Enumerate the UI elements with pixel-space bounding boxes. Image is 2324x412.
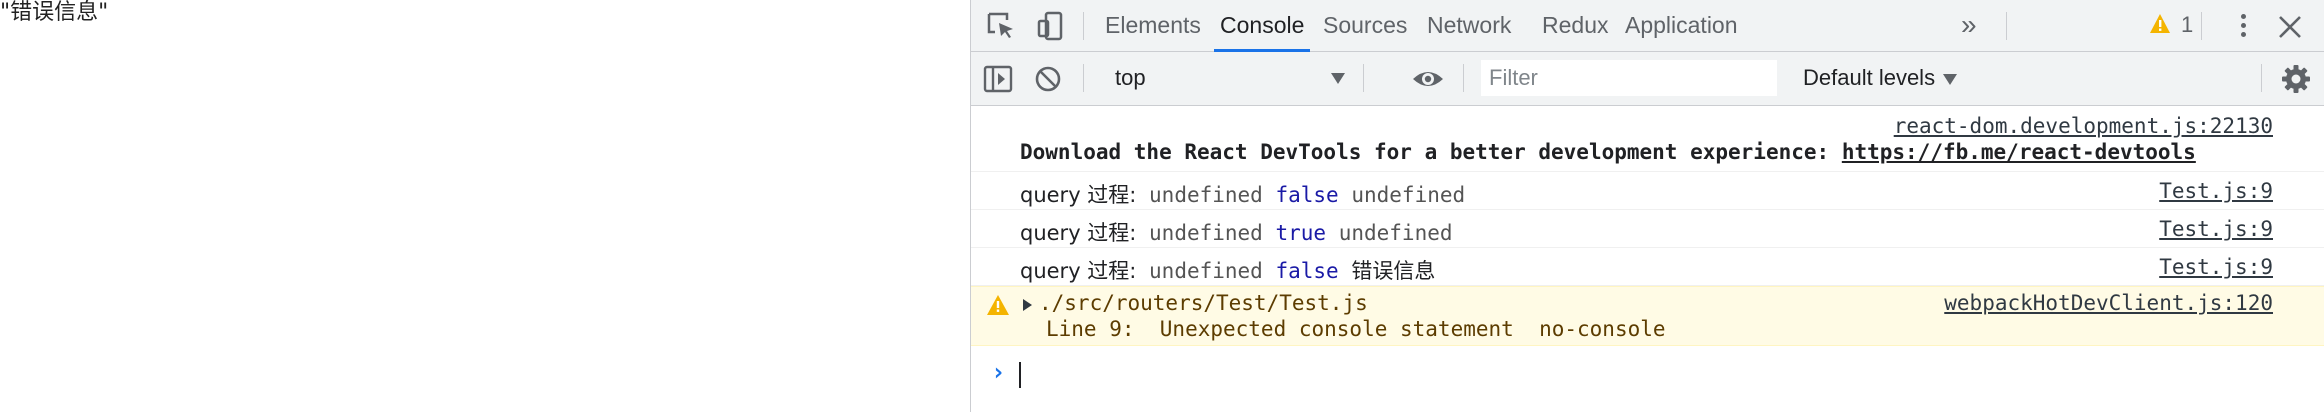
warning-icon[interactable] [2149,13,2171,35]
toolbar-divider [1463,64,1464,92]
log-message: query 过程: undefined false 错误信息 [1020,255,1435,285]
page-content-text: "错误信息" [0,0,109,25]
warning-detail: Line 9: Unexpected console statement no-… [1046,317,1666,341]
warning-icon [987,295,1009,315]
tab-elements[interactable]: Elements [1099,0,1207,52]
console-warning-row: ./src/routers/Test/Test.js Line 9: Unexp… [971,286,2324,346]
devtools-tabbar: Elements Console Sources Network Redux A… [971,0,2324,52]
console-message-devtools: react-dom.development.js:22130 Download … [971,106,2324,172]
console-toolbar: top Default levels [971,52,2324,106]
toolbar-divider [1083,12,1084,40]
toolbar-divider [2201,12,2202,40]
show-sidebar-icon[interactable] [983,64,1013,94]
devtools-panel: Elements Console Sources Network Redux A… [970,0,2324,412]
log-prefix: query 过程: [1020,183,1137,207]
log-value-c: 错误信息 [1351,259,1436,283]
live-expression-eye-icon[interactable] [1411,64,1445,94]
console-output: react-dom.development.js:22130 Download … [971,106,2324,412]
close-icon[interactable] [2277,14,2303,40]
device-toolbar-icon[interactable] [1035,10,1067,42]
log-value-b: false [1275,259,1339,283]
log-value-b: true [1275,221,1327,245]
warning-path[interactable]: ./src/routers/Test/Test.js [1039,291,1368,315]
log-prefix: query 过程: [1020,259,1137,283]
toolbar-divider [2006,12,2007,40]
console-log-row: query 过程: undefined true undefined Test.… [971,210,2324,248]
tab-sources[interactable]: Sources [1317,0,1413,52]
toolbar-divider [2261,64,2262,92]
message-source-link[interactable]: react-dom.development.js:22130 [1894,114,2273,138]
context-selector[interactable]: top [1115,60,1351,96]
log-value-c: undefined [1351,183,1466,207]
console-prompt-icon: › [991,358,1006,386]
log-source-link[interactable]: Test.js:9 [2159,217,2273,241]
message-text: Download the React DevTools for a better… [1020,140,2196,164]
log-levels-dropdown[interactable]: Default levels [1803,60,1958,96]
log-source-link[interactable]: Test.js:9 [2159,255,2273,279]
context-selector-label: top [1115,65,1146,90]
page-viewport: "错误信息" [0,0,970,412]
clear-console-icon[interactable] [1033,64,1063,94]
more-tabs-button[interactable]: » [1955,0,1983,52]
console-settings-gear-icon[interactable] [2281,64,2311,94]
devtools-message-text: Download the React DevTools for a better… [1020,140,1842,164]
toolbar-divider [1363,64,1364,92]
console-log-row: query 过程: undefined false undefined Test… [971,172,2324,210]
log-value-a: undefined [1149,259,1263,283]
log-source-link[interactable]: Test.js:9 [2159,179,2273,203]
tab-network[interactable]: Network [1421,0,1517,52]
chevron-down-icon [1943,73,1958,85]
log-prefix: query 过程: [1020,221,1137,245]
log-value-a: undefined [1149,183,1263,207]
tab-application[interactable]: Application [1619,0,1744,52]
log-value-c: undefined [1338,221,1453,245]
warning-count[interactable]: 1 [2181,0,2193,52]
console-log-row: query 过程: undefined false 错误信息 Test.js:9 [971,248,2324,286]
tab-redux[interactable]: Redux [1536,0,1614,52]
log-value-a: undefined [1149,221,1263,245]
inspect-element-icon[interactable] [985,10,1017,42]
react-devtools-link[interactable]: https://fb.me/react-devtools [1842,140,2196,164]
log-value-b: false [1275,183,1339,207]
warning-source-link[interactable]: webpackHotDevClient.js:120 [1944,291,2273,315]
log-message: query 过程: undefined true undefined [1020,217,1453,247]
more-options-icon[interactable] [2239,14,2247,40]
filter-input[interactable] [1481,60,1777,96]
log-message: query 过程: undefined false undefined [1020,179,1465,209]
expand-arrow-icon[interactable] [1023,299,1032,311]
toolbar-divider [1083,64,1084,92]
tab-console[interactable]: Console [1214,0,1311,52]
chevron-down-icon [1331,73,1345,84]
console-input-caret[interactable] [1019,362,1021,388]
log-levels-label: Default levels [1803,65,1936,90]
